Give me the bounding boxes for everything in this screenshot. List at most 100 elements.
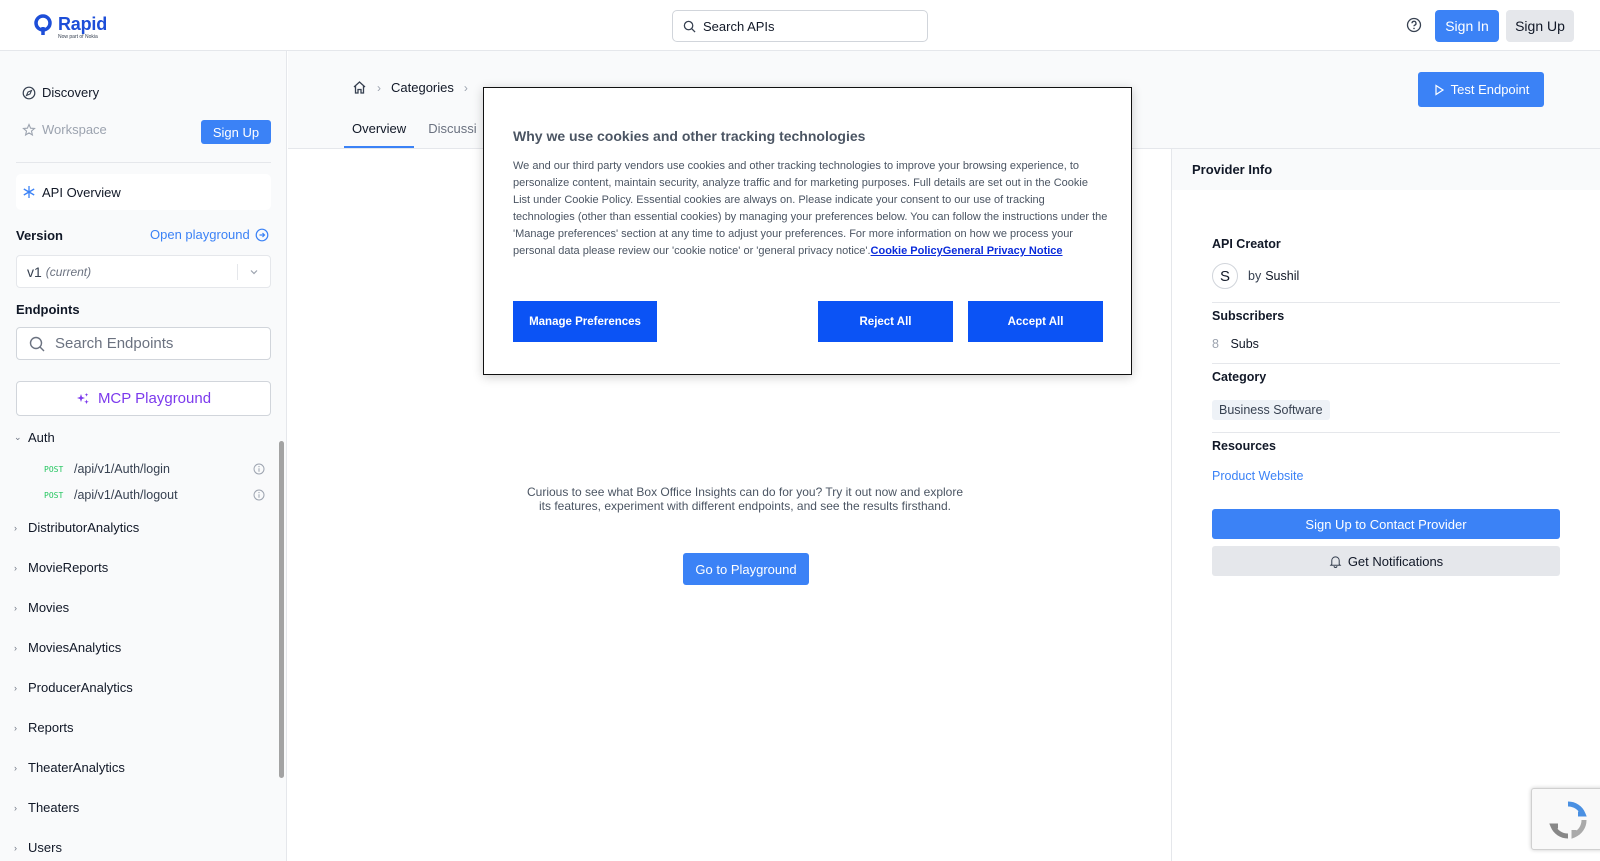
api-tabs: Overview Discussi	[344, 113, 491, 148]
endpoint-auth-logout[interactable]: POST /api/v1/Auth/logout	[44, 488, 178, 502]
api-creator[interactable]: S by Sushil	[1212, 263, 1299, 289]
subscribers-count: 8 Subs	[1212, 337, 1259, 351]
endpoint-path: /api/v1/Auth/logout	[74, 488, 178, 502]
endpoint-group-users[interactable]: › Users	[14, 840, 62, 855]
logo-subtitle: Now part of Nokia	[58, 34, 98, 40]
divider	[1212, 363, 1560, 364]
search-endpoints-input[interactable]: Search Endpoints	[16, 327, 271, 360]
method-badge: POST	[44, 490, 64, 500]
endpoint-group-produceranalytics[interactable]: › ProducerAnalytics	[14, 680, 133, 695]
cookie-policy-link[interactable]: Cookie Policy	[871, 245, 943, 257]
endpoint-group-moviesanalytics[interactable]: › MoviesAnalytics	[14, 640, 121, 655]
sidebar-item-label: API Overview	[42, 184, 121, 200]
cookie-consent-dialog: Why we use cookies and other tracking te…	[483, 87, 1132, 375]
mcp-playground-button[interactable]: MCP Playground	[16, 381, 271, 416]
endpoint-group-auth[interactable]: ⌄ Auth	[14, 430, 55, 445]
cookie-title: Why we use cookies and other tracking te…	[513, 128, 866, 144]
divider	[16, 162, 271, 163]
chevron-right-icon: ›	[14, 682, 17, 693]
home-icon[interactable]	[352, 80, 367, 95]
sidebar-item-workspace[interactable]: Workspace	[22, 122, 107, 137]
search-apis-label: Search APIs	[703, 18, 775, 34]
open-playground-link[interactable]: Open playground	[150, 227, 269, 242]
endpoint-group-movies[interactable]: › Movies	[14, 600, 69, 615]
divider	[1212, 432, 1560, 433]
provider-info-panel: Provider Info API Creator S by Sushil Su…	[1171, 149, 1600, 861]
endpoint-path: /api/v1/Auth/login	[74, 462, 170, 476]
logo-name: Rapid	[58, 14, 108, 34]
play-icon	[1435, 83, 1444, 96]
group-label: Users	[28, 840, 62, 855]
select-separator	[237, 264, 238, 280]
info-icon[interactable]	[253, 489, 265, 504]
sidebar-item-label: Discovery	[42, 85, 100, 100]
search-apis-input[interactable]: Search APIs	[672, 10, 928, 42]
breadcrumb-categories[interactable]: Categories	[391, 80, 454, 95]
chevron-right-icon: ›	[14, 762, 17, 773]
recaptcha-badge[interactable]	[1531, 788, 1600, 850]
star-icon	[22, 122, 36, 136]
group-label: Reports	[28, 720, 74, 735]
tab-discussions[interactable]: Discussi	[420, 113, 484, 148]
sidebar-item-api-overview[interactable]: API Overview	[16, 174, 271, 210]
endpoint-group-reports[interactable]: › Reports	[14, 720, 74, 735]
endpoint-group-theaters[interactable]: › Theaters	[14, 800, 79, 815]
endpoint-group-theateranalytics[interactable]: › TheaterAnalytics	[14, 760, 125, 775]
breadcrumb: › Categories ›	[352, 80, 478, 95]
chevron-right-icon: ›	[14, 802, 17, 813]
go-to-playground-button[interactable]: Go to Playground	[683, 553, 809, 585]
test-endpoint-label: Test Endpoint	[1450, 82, 1530, 97]
chevron-down-icon	[250, 270, 258, 275]
privacy-notice-link[interactable]: General Privacy Notice	[943, 245, 1063, 257]
avatar: S	[1212, 263, 1238, 289]
sparkles-icon	[76, 392, 89, 404]
creator-name: Sushil	[1265, 269, 1300, 283]
subscribers-number: 8	[1212, 337, 1219, 351]
chevron-right-icon: ›	[14, 602, 17, 613]
category-badge[interactable]: Business Software	[1212, 400, 1330, 420]
rapid-logo[interactable]: Rapid Now part of Nokia	[34, 14, 107, 41]
category-label: Category	[1212, 370, 1267, 384]
manage-preferences-button[interactable]: Manage Preferences	[513, 301, 657, 342]
sign-up-button[interactable]: Sign Up	[1506, 10, 1574, 42]
test-endpoint-button[interactable]: Test Endpoint	[1418, 72, 1544, 107]
try-it-description: Curious to see what Box Office Insights …	[527, 485, 964, 513]
chevron-right-icon: ›	[14, 722, 17, 733]
group-label: TheaterAnalytics	[28, 760, 125, 775]
sidebar-scrollbar[interactable]	[279, 441, 284, 778]
arrow-circle-right-icon	[255, 228, 269, 241]
chevron-right-icon: ›	[14, 562, 17, 573]
method-badge: POST	[44, 464, 64, 474]
chevron-right-icon: ›	[463, 80, 468, 95]
reject-all-button[interactable]: Reject All	[818, 301, 953, 342]
recaptcha-icon	[1549, 801, 1587, 839]
version-label: Version	[16, 228, 63, 243]
group-label: ProducerAnalytics	[28, 680, 133, 695]
search-icon	[683, 20, 696, 33]
sign-in-button[interactable]: Sign In	[1435, 10, 1499, 42]
provider-info-title: Provider Info	[1172, 149, 1600, 190]
sidebar-sign-up-button[interactable]: Sign Up	[201, 120, 271, 144]
get-notifications-label: Get Notifications	[1347, 553, 1444, 569]
product-website-link[interactable]: Product Website	[1212, 469, 1303, 483]
contact-provider-button[interactable]: Sign Up to Contact Provider	[1212, 509, 1560, 539]
tab-overview[interactable]: Overview	[344, 113, 415, 148]
accept-all-button[interactable]: Accept All	[968, 301, 1103, 342]
cookie-body: We and our third party vendors use cooki…	[513, 158, 1108, 260]
search-endpoints-placeholder: Search Endpoints	[55, 335, 174, 352]
sidebar-item-discovery[interactable]: Discovery	[22, 85, 99, 100]
endpoint-auth-login[interactable]: POST /api/v1/Auth/login	[44, 462, 170, 476]
help-icon[interactable]	[1406, 17, 1422, 36]
group-label: MovieReports	[28, 560, 109, 575]
version-select[interactable]: v1 (current)	[16, 255, 271, 288]
divider	[1212, 302, 1560, 303]
rapid-logo-icon	[34, 14, 52, 36]
endpoint-group-moviereports[interactable]: › MovieReports	[14, 560, 108, 575]
version-value: v1	[27, 263, 42, 280]
get-notifications-button[interactable]: Get Notifications	[1212, 546, 1560, 576]
creator-by: by	[1248, 269, 1262, 283]
subscribers-label: Subscribers	[1212, 309, 1285, 323]
info-icon[interactable]	[253, 463, 265, 478]
search-icon	[29, 336, 45, 351]
endpoint-group-distributoranalytics[interactable]: › DistributorAnalytics	[14, 520, 139, 535]
